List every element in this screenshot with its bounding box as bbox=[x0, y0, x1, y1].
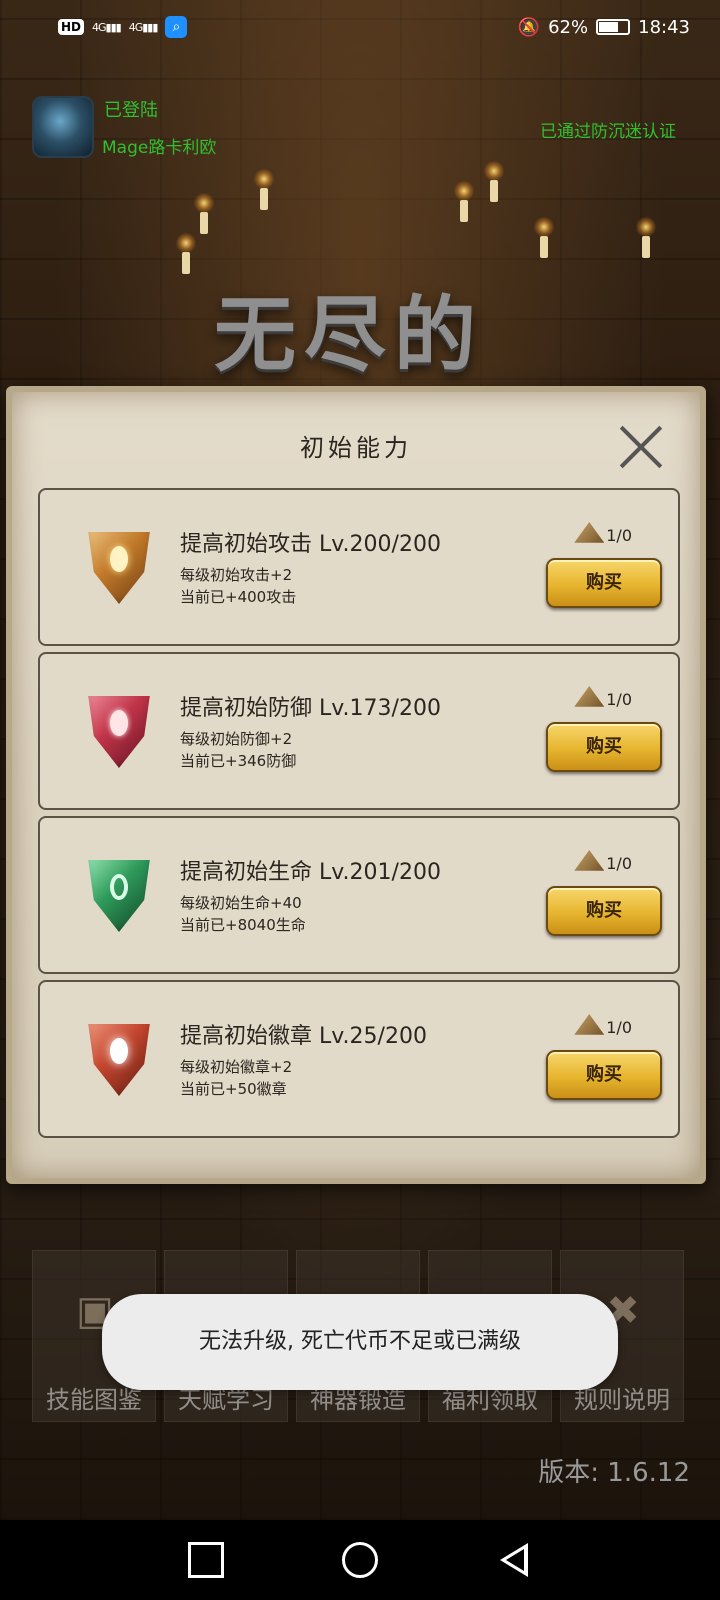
candle-decoration bbox=[534, 216, 554, 258]
ability-card: 提高初始徽章 Lv.25/200 每级初始徽章+2 当前已+50徽章 1/0 购… bbox=[38, 980, 680, 1138]
ability-name: 提高初始攻击 Lv.200/200 bbox=[180, 532, 441, 557]
cost: 1/0 bbox=[574, 522, 632, 548]
recent-apps-button[interactable] bbox=[188, 1542, 224, 1578]
close-icon[interactable] bbox=[616, 422, 666, 472]
buy-button[interactable]: 购买 bbox=[546, 1050, 662, 1100]
clock: 18:43 bbox=[638, 16, 690, 38]
current-bonus: 当前已+400攻击 bbox=[180, 588, 297, 606]
per-level-bonus: 每级初始徽章+2 bbox=[180, 1058, 293, 1076]
death-token-icon bbox=[574, 522, 605, 543]
buy-button[interactable]: 购买 bbox=[546, 722, 662, 772]
candle-decoration bbox=[484, 160, 504, 202]
candle-decoration bbox=[194, 192, 214, 234]
cost: 1/0 bbox=[574, 850, 632, 876]
ability-name: 提高初始防御 Lv.173/200 bbox=[180, 696, 441, 721]
ability-name: 提高初始徽章 Lv.25/200 bbox=[180, 1024, 427, 1049]
cost: 1/0 bbox=[574, 1014, 632, 1040]
version-label: 版本: 1.6.12 bbox=[538, 1458, 690, 1488]
battery-percent: 62% bbox=[548, 16, 589, 38]
candle-decoration bbox=[636, 216, 656, 258]
battery-icon bbox=[596, 19, 631, 35]
home-button[interactable] bbox=[342, 1542, 378, 1578]
game-title: 无尽的 bbox=[214, 287, 485, 383]
ability-name: 提高初始生命 Lv.201/200 bbox=[180, 860, 441, 885]
cost-value: 1/0 bbox=[606, 689, 632, 709]
badge-gem-icon bbox=[84, 1016, 154, 1096]
username: Mage路卡利欧 bbox=[102, 138, 217, 158]
life-gem-icon bbox=[84, 852, 154, 932]
bell-off-icon: 🔕 bbox=[517, 16, 541, 38]
initial-ability-dialog: 初始能力 提高初始攻击 Lv.200/200 每级初始攻击+2 当前已+400攻… bbox=[6, 386, 706, 1184]
death-token-icon bbox=[574, 850, 605, 871]
defense-gem-icon bbox=[84, 688, 154, 768]
hd-icon: HD bbox=[58, 19, 85, 35]
death-token-icon bbox=[574, 1014, 605, 1035]
dialog-title: 初始能力 bbox=[300, 434, 412, 462]
signal-label: 4G bbox=[128, 20, 143, 34]
system-nav-bar bbox=[0, 1520, 720, 1600]
cost-value: 1/0 bbox=[606, 1017, 632, 1037]
per-level-bonus: 每级初始攻击+2 bbox=[180, 566, 293, 584]
current-bonus: 当前已+346防御 bbox=[180, 752, 297, 770]
ability-card: 提高初始防御 Lv.173/200 每级初始防御+2 当前已+346防御 1/0… bbox=[38, 652, 680, 810]
buy-button[interactable]: 购买 bbox=[546, 558, 662, 608]
ability-card: 提高初始生命 Lv.201/200 每级初始生命+40 当前已+8040生命 1… bbox=[38, 816, 680, 974]
death-token-icon bbox=[574, 686, 605, 707]
signal-label: 4G bbox=[92, 20, 106, 34]
avatar[interactable] bbox=[32, 96, 94, 158]
signal-icon: 4G▮▮▮ bbox=[92, 20, 122, 34]
buy-button[interactable]: 购买 bbox=[546, 886, 662, 936]
ability-card: 提高初始攻击 Lv.200/200 每级初始攻击+2 当前已+400攻击 1/0… bbox=[38, 488, 680, 646]
toast-message: 无法升级, 死亡代币不足或已满级 bbox=[102, 1294, 618, 1390]
candle-decoration bbox=[176, 232, 196, 274]
per-level-bonus: 每级初始生命+40 bbox=[180, 894, 302, 912]
cost: 1/0 bbox=[574, 686, 632, 712]
attack-gem-icon bbox=[84, 524, 154, 604]
current-bonus: 当前已+8040生命 bbox=[180, 916, 306, 934]
login-status: 已登陆 bbox=[104, 100, 158, 121]
signal-icon: 4G▮▮▮ bbox=[128, 20, 159, 34]
back-button[interactable] bbox=[496, 1542, 532, 1578]
candle-decoration bbox=[254, 168, 274, 210]
anti-addiction-status: 已通过防沉迷认证 bbox=[540, 122, 676, 142]
cost-value: 1/0 bbox=[606, 525, 632, 545]
per-level-bonus: 每级初始防御+2 bbox=[180, 730, 293, 748]
current-bonus: 当前已+50徽章 bbox=[180, 1080, 287, 1098]
cost-value: 1/0 bbox=[606, 853, 632, 873]
search-app-icon: ⌕ bbox=[165, 16, 188, 38]
status-bar: HD 4G▮▮▮ 4G▮▮▮ ⌕ 🔕 62% 18:43 bbox=[0, 0, 720, 54]
candle-decoration bbox=[454, 180, 474, 222]
